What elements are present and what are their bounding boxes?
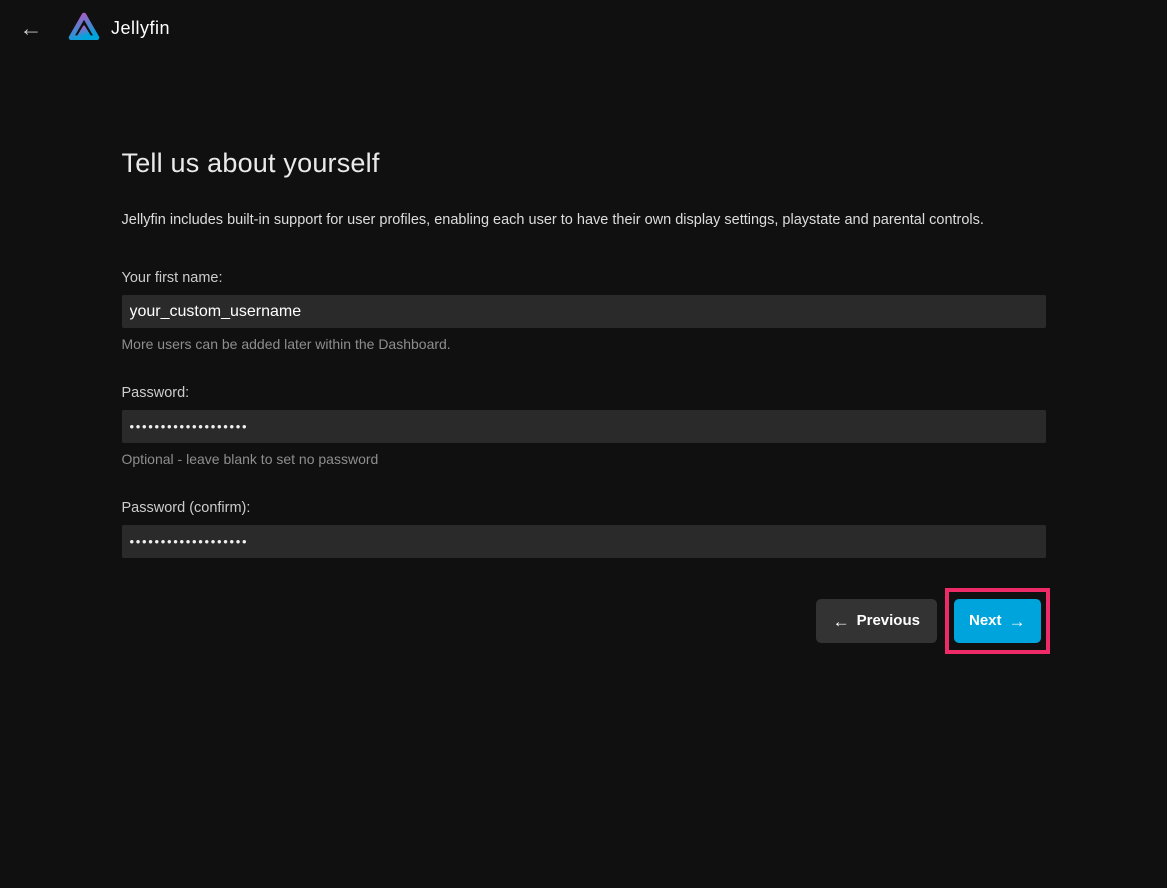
first-name-label: Your first name: <box>122 270 1046 286</box>
first-name-input[interactable] <box>122 295 1046 328</box>
next-button-label: Next <box>969 612 1002 630</box>
app-logo: Jellyfin <box>66 10 170 46</box>
password-helper: Optional - leave blank to set no passwor… <box>122 451 1046 467</box>
page-description: Jellyfin includes built-in support for u… <box>122 212 1046 228</box>
arrow-left-icon: ← <box>833 613 850 630</box>
password-label: Password: <box>122 385 1046 401</box>
back-button[interactable]: ← <box>14 11 48 45</box>
previous-button-label: Previous <box>857 612 920 630</box>
app-name: Jellyfin <box>111 18 170 39</box>
password-field-group: Password: Optional - leave blank to set … <box>122 385 1046 467</box>
previous-button[interactable]: ← Previous <box>816 599 937 643</box>
password-confirm-field-group: Password (confirm): <box>122 500 1046 558</box>
password-confirm-input[interactable] <box>122 525 1046 558</box>
password-input[interactable] <box>122 410 1046 443</box>
next-button[interactable]: Next → <box>954 599 1041 643</box>
arrow-right-icon: → <box>1009 613 1026 630</box>
jellyfin-logo-icon <box>66 10 102 46</box>
password-confirm-label: Password (confirm): <box>122 500 1046 516</box>
wizard-button-row: ← Previous Next → <box>122 588 1046 654</box>
page-title: Tell us about yourself <box>122 148 1046 179</box>
wizard-user-page: Tell us about yourself Jellyfin includes… <box>122 56 1046 654</box>
back-arrow-icon: ← <box>20 15 43 42</box>
first-name-field-group: Your first name: More users can be added… <box>122 270 1046 352</box>
first-name-helper: More users can be added later within the… <box>122 336 1046 352</box>
next-button-highlight: Next → <box>945 588 1050 654</box>
app-header: ← Jellyfin <box>0 0 1167 56</box>
